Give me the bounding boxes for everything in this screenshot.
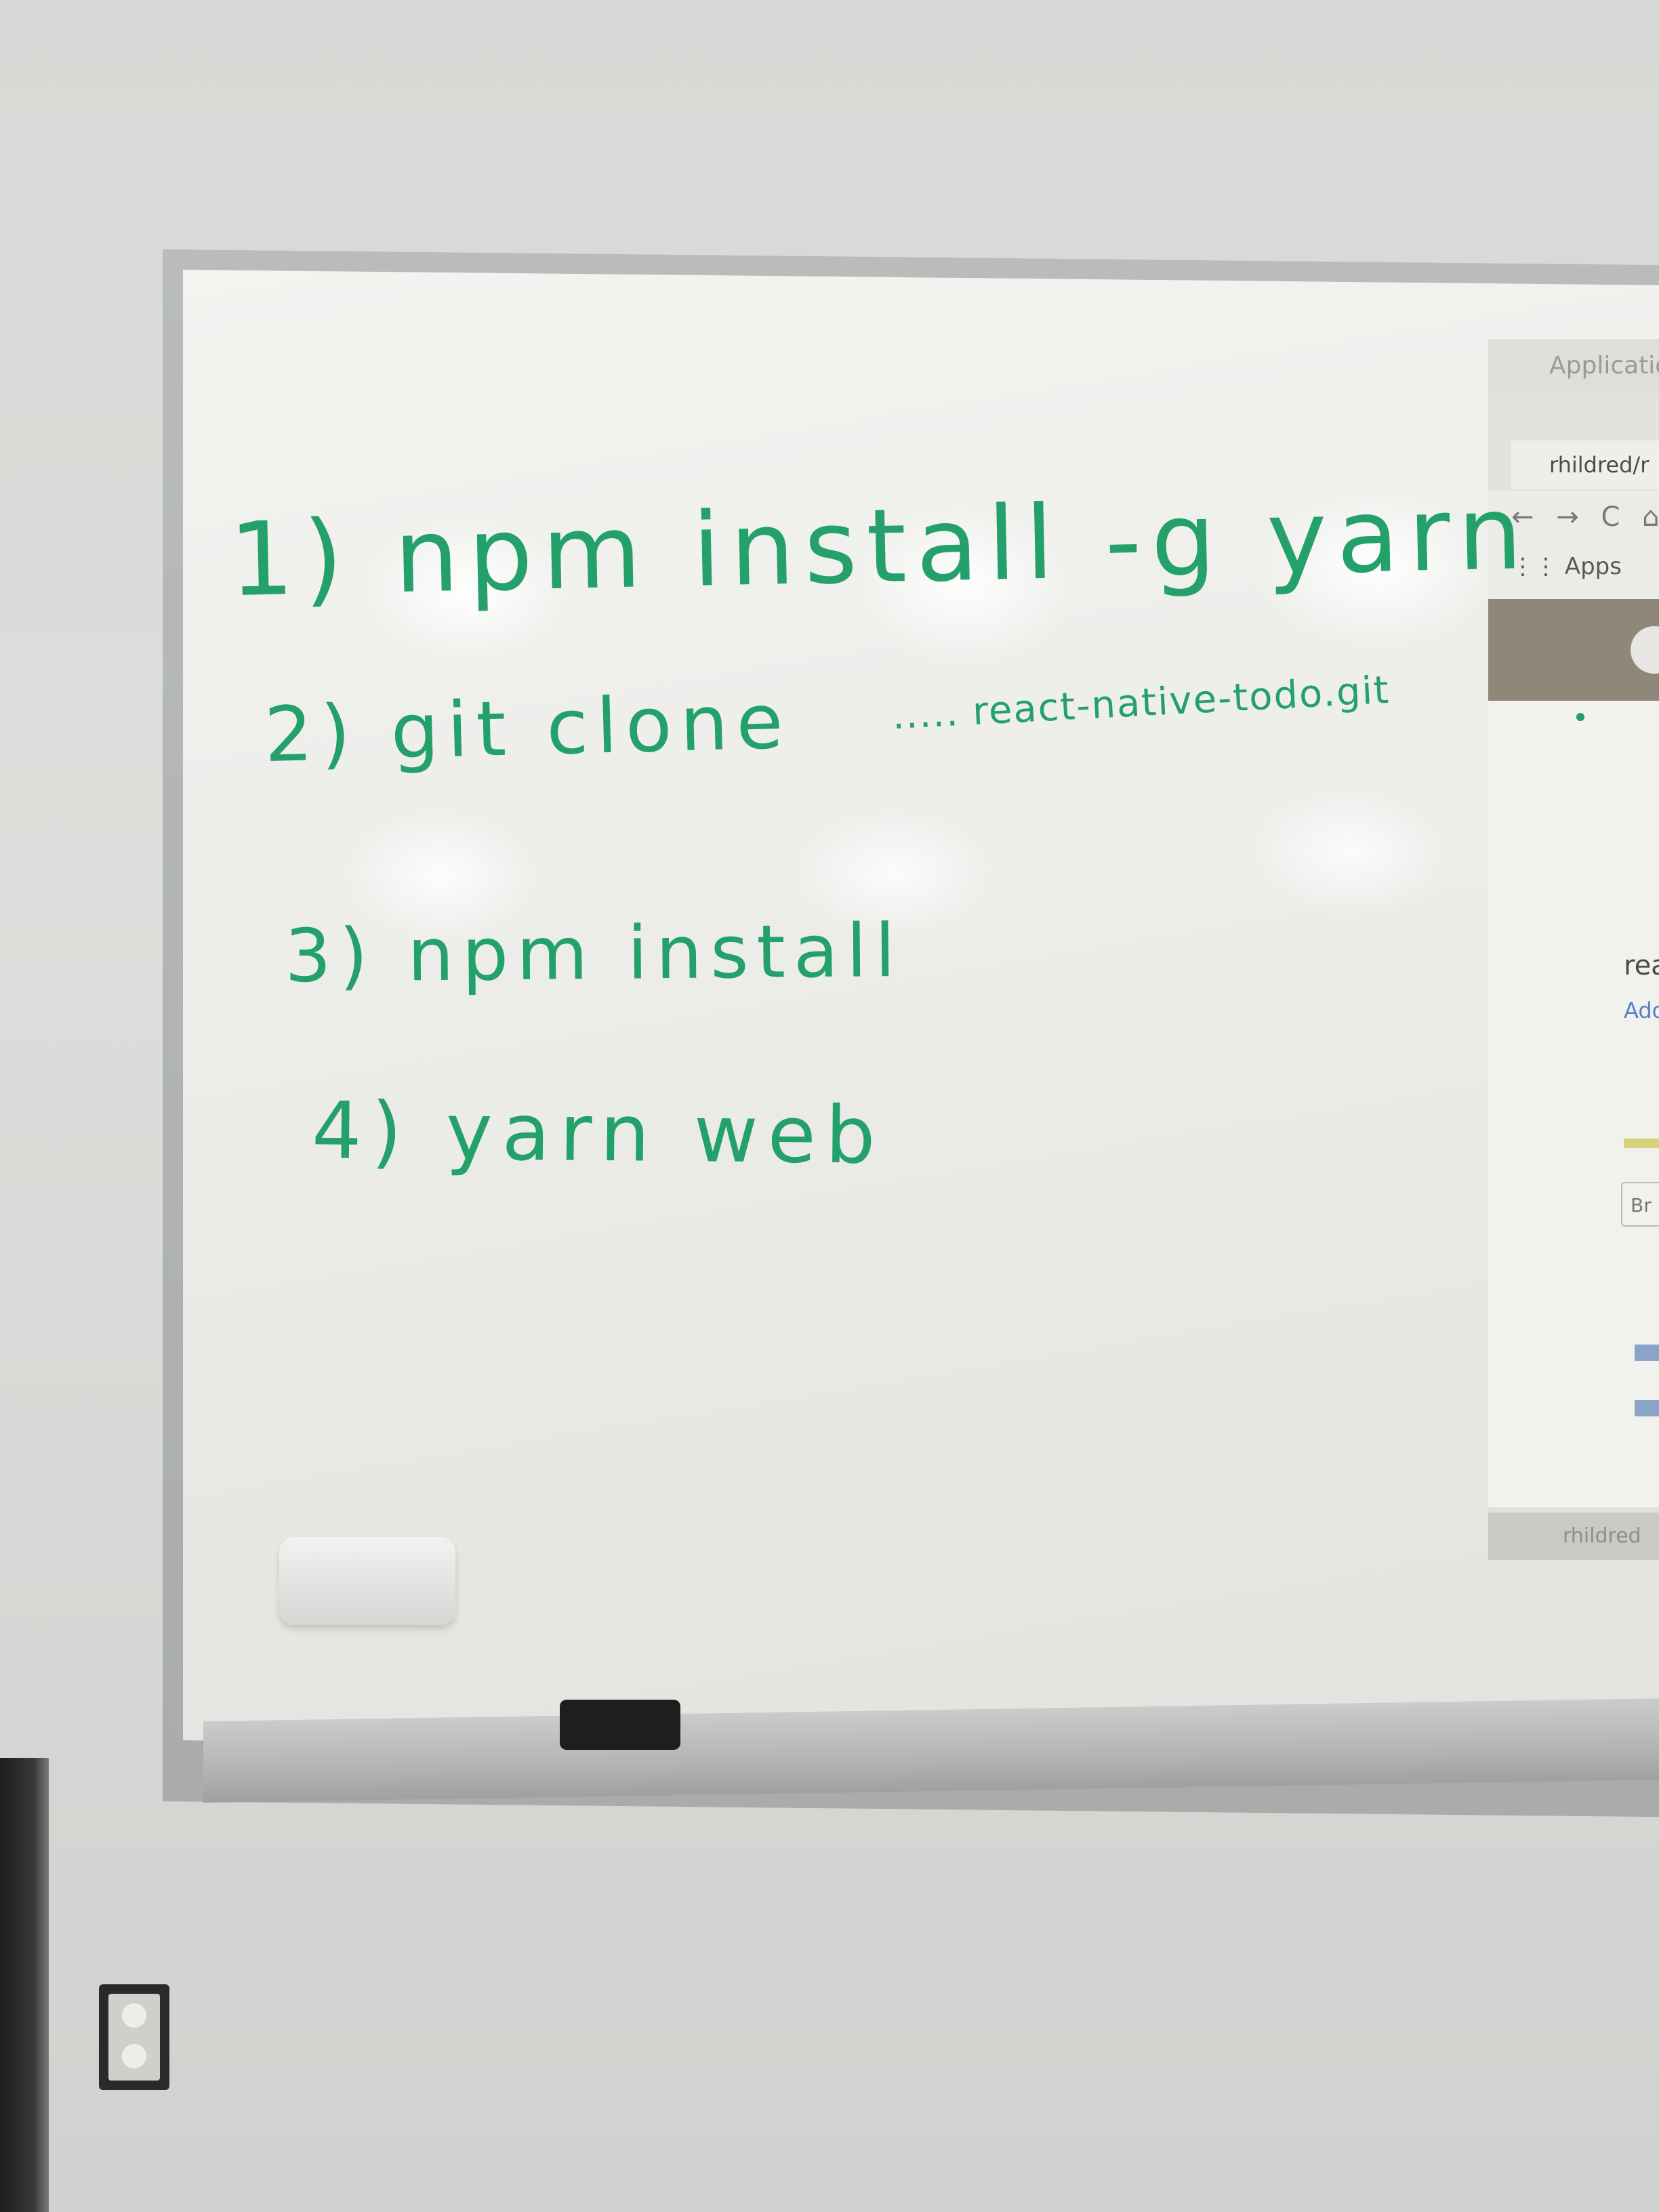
socket bbox=[122, 2003, 146, 2028]
window-title: Application bbox=[1488, 339, 1659, 393]
language-bar bbox=[1624, 1139, 1659, 1148]
github-page-content bbox=[1488, 701, 1659, 1507]
ink-dot bbox=[1576, 713, 1584, 721]
folder-icon bbox=[1635, 1345, 1659, 1361]
wall-sensor bbox=[279, 1537, 455, 1625]
github-header bbox=[1488, 599, 1659, 701]
desk-edge bbox=[0, 1758, 49, 2212]
power-outlet bbox=[99, 1984, 169, 2090]
whiteboard-eraser bbox=[560, 1700, 680, 1750]
folder-icon bbox=[1635, 1400, 1659, 1416]
navigation-icons: ← → C ⌂ bbox=[1511, 501, 1659, 533]
step-3-text: 3) npm install bbox=[284, 909, 904, 999]
apps-label: Apps bbox=[1564, 553, 1622, 580]
branch-button: Br bbox=[1621, 1182, 1659, 1227]
step-4-text: 4) yarn web bbox=[311, 1085, 886, 1182]
github-logo-icon bbox=[1631, 626, 1659, 674]
repo-name: rea bbox=[1624, 950, 1659, 981]
taskbar-item: rhildred bbox=[1488, 1513, 1659, 1560]
browser-tab: rhildred/r bbox=[1511, 441, 1659, 489]
outlet-face bbox=[108, 1994, 160, 2081]
add-topics-link: Add bbox=[1624, 998, 1659, 1023]
socket bbox=[122, 2044, 146, 2068]
step-2-text: 2) git clone bbox=[263, 677, 792, 780]
